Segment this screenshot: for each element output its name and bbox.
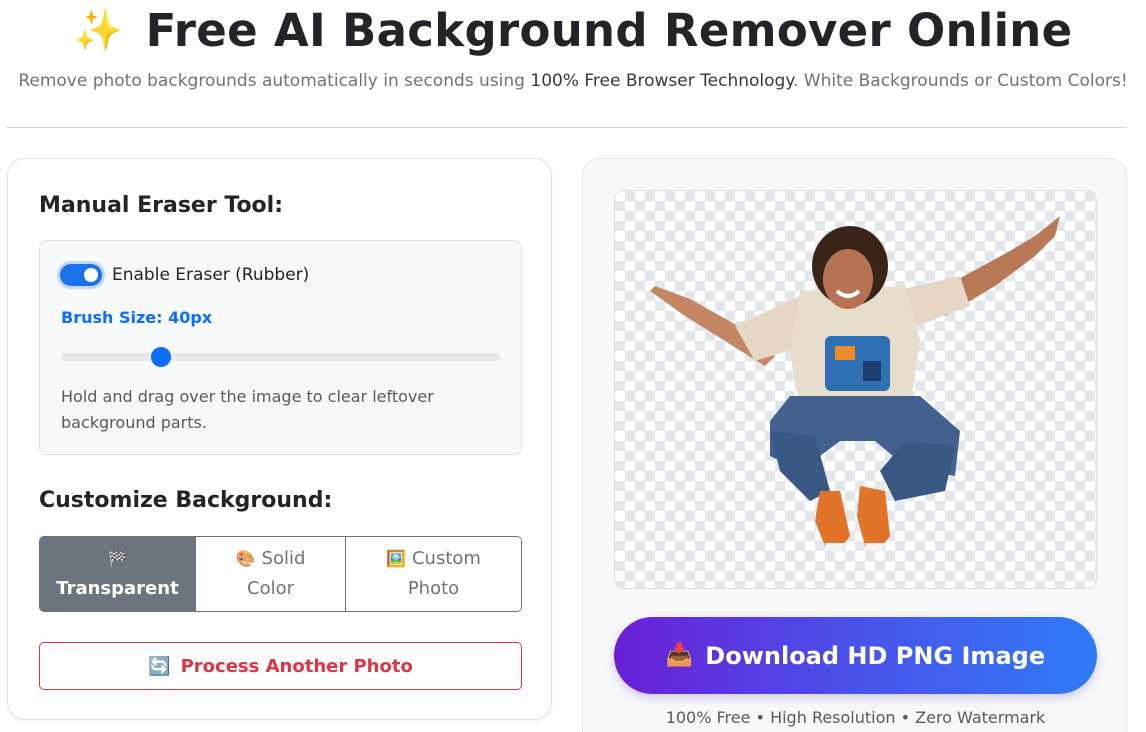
left-shoe bbox=[815, 491, 850, 549]
brush-size-slider[interactable] bbox=[61, 343, 501, 369]
subtitle-before: Remove photo backgrounds automatically i… bbox=[18, 71, 531, 91]
slider-thumb[interactable] bbox=[150, 347, 171, 367]
download-button[interactable]: 📥 Download HD PNG Image bbox=[614, 617, 1097, 694]
page-title-text: Free AI Background Remover Online bbox=[145, 4, 1073, 57]
eraser-toggle[interactable] bbox=[60, 264, 102, 286]
process-button-label: Process Another Photo bbox=[180, 655, 413, 677]
eraser-section-title: Manual Eraser Tool: bbox=[39, 193, 284, 218]
custom-photo-option[interactable]: 🖼️ Custom Photo bbox=[346, 537, 521, 611]
eraser-toggle-row: Enable Eraser (Rubber) bbox=[60, 264, 309, 286]
page-title: ✨ Free AI Background Remover Online bbox=[0, 4, 1146, 57]
sparkles-icon: ✨ bbox=[73, 7, 124, 54]
palette-icon: 🎨 bbox=[235, 549, 256, 568]
process-another-photo-button[interactable]: 🔄 Process Another Photo bbox=[39, 642, 522, 690]
right-sole bbox=[865, 543, 885, 551]
result-photo bbox=[650, 216, 1060, 551]
left-sole bbox=[825, 543, 845, 551]
custom-photo-label-1: Custom bbox=[411, 548, 481, 569]
shirt-print-accent bbox=[835, 346, 855, 360]
eraser-box: Enable Eraser (Rubber) Brush Size: 40px … bbox=[39, 240, 522, 455]
footer-note: 100% Free • High Resolution • Zero Water… bbox=[665, 708, 1046, 727]
toggle-knob bbox=[84, 268, 98, 282]
page: ✨ Free AI Background Remover Online Remo… bbox=[0, 0, 1146, 732]
page-subtitle: Remove photo backgrounds automatically i… bbox=[0, 71, 1146, 91]
subtitle-after: . White Backgrounds or Custom Colors! bbox=[792, 71, 1128, 91]
header-divider bbox=[7, 127, 1127, 128]
transparent-option[interactable]: 🏁 Transparent bbox=[40, 537, 196, 611]
solid-color-label-1: Solid bbox=[261, 548, 306, 569]
transparent-option-label: Transparent bbox=[56, 578, 179, 599]
refresh-icon: 🔄 bbox=[148, 655, 171, 677]
download-icon: 📥 bbox=[665, 643, 694, 668]
solid-color-label-2: Color bbox=[247, 578, 294, 599]
shirt-print-dark bbox=[863, 361, 881, 381]
checkered-flag-icon: 🏁 bbox=[108, 550, 127, 568]
download-button-label: Download HD PNG Image bbox=[705, 641, 1046, 670]
picture-icon: 🖼️ bbox=[386, 549, 406, 568]
background-options: 🏁 Transparent 🎨 Solid Color 🖼️ Custom Phot… bbox=[39, 536, 522, 612]
right-shoe bbox=[857, 486, 890, 549]
subtitle-highlight: 100% Free Browser Technology bbox=[530, 71, 793, 91]
solid-color-option[interactable]: 🎨 Solid Color bbox=[196, 537, 346, 611]
preview-panel: 📥 Download HD PNG Image 100% Free • High… bbox=[582, 158, 1127, 732]
eraser-help-text: Hold and drag over the image to clear le… bbox=[61, 387, 434, 432]
custom-photo-label-2: Photo bbox=[407, 578, 460, 599]
slider-track bbox=[61, 353, 501, 361]
settings-panel: Manual Eraser Tool: Enable Eraser (Rubbe… bbox=[7, 158, 552, 720]
background-section-title: Customize Background: bbox=[39, 488, 333, 513]
face bbox=[823, 249, 873, 309]
brush-size-label: Brush Size: 40px bbox=[61, 308, 213, 327]
eraser-toggle-label: Enable Eraser (Rubber) bbox=[112, 265, 310, 285]
result-image-preview[interactable] bbox=[614, 190, 1097, 589]
